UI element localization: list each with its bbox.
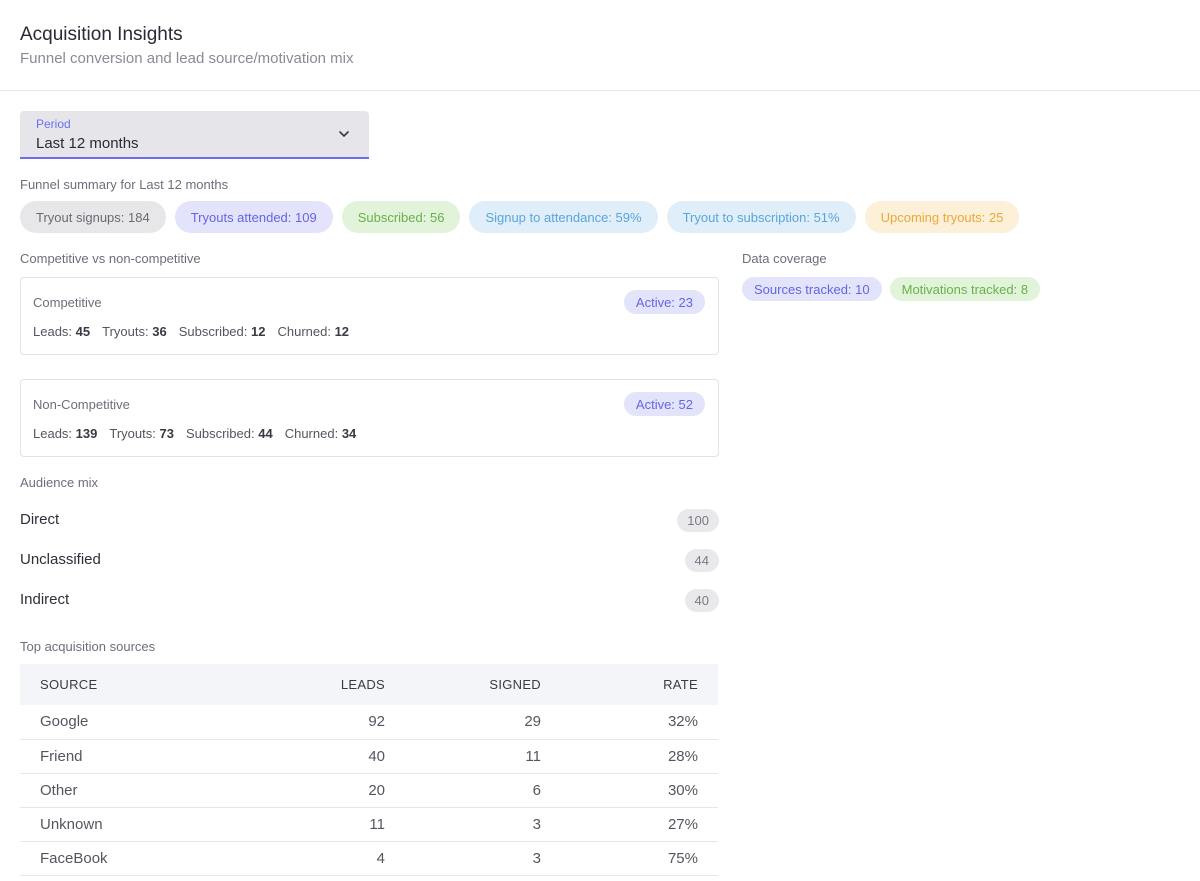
table-row: Friend 40 11 28% xyxy=(20,739,718,773)
sources-table: SOURCE LEADS SIGNED RATE Google 92 29 32… xyxy=(20,664,718,876)
subscribed-stat: Subscribed: 12 xyxy=(178,324,266,339)
audience-item-count: 44 xyxy=(684,549,719,572)
funnel-summary-chips: Tryout signups: 184 Tryouts attended: 10… xyxy=(20,201,1020,233)
table-header-row: SOURCE LEADS SIGNED RATE xyxy=(20,664,718,705)
segment-name: Non-Competitive xyxy=(33,397,130,412)
segment-stats: Leads: 139 Tryouts: 73 Subscribed: 44 Ch… xyxy=(33,426,356,441)
period-select-label: Period xyxy=(36,117,71,131)
cell-leads: 92 xyxy=(368,713,385,731)
tryouts-stat: Tryouts: 73 xyxy=(109,426,174,441)
page-header: Acquisition Insights Funnel conversion a… xyxy=(0,0,1200,91)
cell-source: Friend xyxy=(40,747,83,765)
column-header-leads: LEADS xyxy=(340,677,385,692)
cell-rate: 75% xyxy=(667,849,698,867)
period-select-value: Last 12 months xyxy=(36,135,139,152)
churned-stat: Churned: 34 xyxy=(284,426,357,441)
subscribed-chip: Subscribed: 56 xyxy=(341,201,461,233)
data-coverage-label: Data coverage xyxy=(742,251,827,266)
segments-label: Competitive vs non-competitive xyxy=(20,251,201,266)
cell-source: Google xyxy=(40,713,89,731)
audience-item-count: 100 xyxy=(677,509,719,532)
audience-item: Indirect 40 xyxy=(20,589,719,613)
audience-item: Direct 100 xyxy=(20,509,719,533)
upcoming-tryouts-chip: Upcoming tryouts: 25 xyxy=(864,201,1020,233)
motivations-tracked-chip: Motivations tracked: 8 xyxy=(889,277,1041,301)
cell-signed: 29 xyxy=(524,713,541,731)
funnel-summary-label: Funnel summary for Last 12 months xyxy=(20,177,229,192)
active-badge: Active: 23 xyxy=(623,290,705,314)
column-header-source: SOURCE xyxy=(40,677,98,692)
table-row: Google 92 29 32% xyxy=(20,705,718,739)
cell-signed: 3 xyxy=(532,849,541,867)
cell-source: Other xyxy=(40,781,78,799)
cell-rate: 27% xyxy=(667,815,698,833)
top-sources-label: Top acquisition sources xyxy=(20,639,156,654)
cell-source: FaceBook xyxy=(40,849,108,867)
leads-stat: Leads: 45 xyxy=(33,324,91,339)
data-coverage-chips: Sources tracked: 10 Motivations tracked:… xyxy=(742,277,1041,301)
signup-to-attendance-chip: Signup to attendance: 59% xyxy=(469,201,658,233)
cell-signed: 6 xyxy=(532,781,541,799)
churned-stat: Churned: 12 xyxy=(277,324,350,339)
cell-source: Unknown xyxy=(40,815,103,833)
cell-leads: 4 xyxy=(376,849,385,867)
cell-leads: 20 xyxy=(368,781,385,799)
subscribed-stat: Subscribed: 44 xyxy=(185,426,273,441)
table-row: Other 20 6 30% xyxy=(20,773,718,807)
segment-stats: Leads: 45 Tryouts: 36 Subscribed: 12 Chu… xyxy=(33,324,349,339)
page-title: Acquisition Insights xyxy=(20,24,183,45)
active-badge: Active: 52 xyxy=(623,392,705,416)
cell-leads: 40 xyxy=(368,747,385,765)
table-row: Unknown 11 3 27% xyxy=(20,807,718,841)
chevron-down-icon xyxy=(339,131,349,137)
tryout-to-subscription-chip: Tryout to subscription: 51% xyxy=(666,201,856,233)
cell-rate: 28% xyxy=(667,747,698,765)
tryouts-stat: Tryouts: 36 xyxy=(102,324,167,339)
tryout-signups-chip: Tryout signups: 184 xyxy=(20,201,166,233)
table-row: FaceBook 4 3 75% xyxy=(20,841,718,875)
column-header-signed: SIGNED xyxy=(489,677,541,692)
cell-leads: 11 xyxy=(369,815,385,833)
audience-item-label: Unclassified xyxy=(20,551,101,568)
cell-rate: 30% xyxy=(667,781,698,799)
column-header-rate: RATE xyxy=(663,677,698,692)
segment-name: Competitive xyxy=(33,295,102,310)
cell-signed: 11 xyxy=(525,747,541,765)
audience-item-label: Direct xyxy=(20,511,60,528)
cell-signed: 3 xyxy=(532,815,541,833)
cell-rate: 32% xyxy=(667,713,698,731)
audience-mix-label: Audience mix xyxy=(20,475,99,490)
audience-item: Unclassified 44 xyxy=(20,549,719,573)
audience-item-label: Indirect xyxy=(20,591,70,608)
page-subtitle: Funnel conversion and lead source/motiva… xyxy=(20,50,354,67)
non-competitive-card: Non-Competitive Active: 52 Leads: 139 Tr… xyxy=(20,379,719,457)
audience-item-count: 40 xyxy=(684,589,719,612)
tryouts-attended-chip: Tryouts attended: 109 xyxy=(174,201,333,233)
period-select[interactable]: Period Last 12 months xyxy=(20,111,369,159)
competitive-card: Competitive Active: 23 Leads: 45 Tryouts… xyxy=(20,277,719,355)
leads-stat: Leads: 139 xyxy=(33,426,98,441)
sources-tracked-chip: Sources tracked: 10 xyxy=(742,277,882,301)
